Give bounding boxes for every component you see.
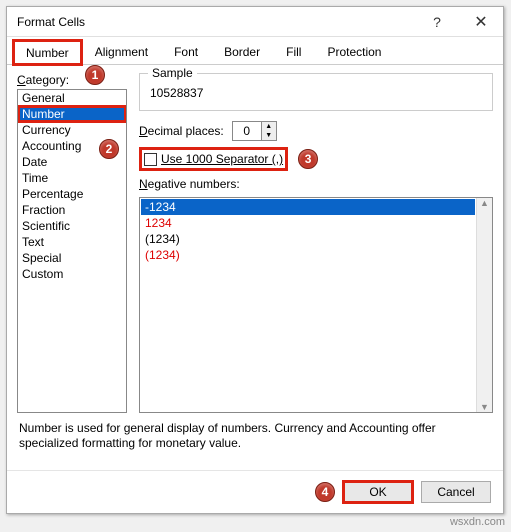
- dialog-footer: 4 OK Cancel: [7, 470, 503, 513]
- callout-2: 2: [99, 139, 119, 159]
- callout-3: 3: [298, 149, 318, 169]
- negative-numbers-label: Negative numbers:: [139, 177, 493, 191]
- callout-4: 4: [315, 482, 335, 502]
- sample-label: Sample: [148, 66, 197, 80]
- scroll-up-icon[interactable]: ▲: [480, 198, 489, 208]
- tab-protection[interactable]: Protection: [314, 39, 394, 64]
- dialog-content: Category: General Number Currency Accoun…: [7, 65, 503, 470]
- category-item-time[interactable]: Time: [18, 170, 126, 186]
- watermark: wsxdn.com: [450, 516, 505, 528]
- negative-item-1[interactable]: 1234: [141, 215, 475, 231]
- use-1000-separator-checkbox[interactable]: [144, 153, 157, 166]
- tab-fill[interactable]: Fill: [273, 39, 314, 64]
- tab-alignment[interactable]: Alignment: [82, 39, 161, 64]
- scroll-down-icon[interactable]: ▼: [480, 402, 489, 412]
- category-item-percentage[interactable]: Percentage: [18, 186, 126, 202]
- use-1000-separator-label: Use 1000 Separator (,): [161, 152, 283, 166]
- category-item-special[interactable]: Special: [18, 250, 126, 266]
- decimal-places-row: Decimal places: ▲ ▼: [139, 121, 493, 141]
- category-description: Number is used for general display of nu…: [17, 413, 493, 466]
- category-label: Category:: [17, 73, 127, 87]
- sample-value: 10528837: [150, 86, 482, 100]
- tab-strip: Number Alignment Font Border Fill Protec…: [7, 37, 503, 65]
- sample-box: Sample 10528837: [139, 73, 493, 111]
- cancel-button[interactable]: Cancel: [421, 481, 491, 503]
- negative-numbers-list[interactable]: -1234 1234 (1234) (1234) ▲▼: [139, 197, 493, 413]
- category-item-currency[interactable]: Currency: [18, 122, 126, 138]
- close-icon[interactable]: ✕: [459, 7, 503, 36]
- use-1000-separator-row[interactable]: Use 1000 Separator (,): [139, 147, 288, 171]
- category-item-number[interactable]: Number: [18, 106, 126, 122]
- tab-number[interactable]: Number: [13, 40, 82, 65]
- callout-1: 1: [85, 65, 105, 85]
- format-cells-dialog: Format Cells ? ✕ Number Alignment Font B…: [6, 6, 504, 514]
- category-item-fraction[interactable]: Fraction: [18, 202, 126, 218]
- titlebar: Format Cells ? ✕: [7, 7, 503, 37]
- tab-font[interactable]: Font: [161, 39, 211, 64]
- category-item-scientific[interactable]: Scientific: [18, 218, 126, 234]
- spin-down-icon[interactable]: ▼: [262, 131, 276, 140]
- decimal-places-input[interactable]: [233, 122, 261, 140]
- category-item-text[interactable]: Text: [18, 234, 126, 250]
- window-title: Format Cells: [17, 15, 415, 29]
- negative-item-0[interactable]: -1234: [141, 199, 475, 215]
- category-list[interactable]: General Number Currency Accounting Date …: [17, 89, 127, 413]
- scrollbar[interactable]: ▲▼: [476, 198, 492, 412]
- help-icon[interactable]: ?: [415, 7, 459, 36]
- tab-border[interactable]: Border: [211, 39, 273, 64]
- ok-button[interactable]: OK: [343, 481, 413, 503]
- negative-item-3[interactable]: (1234): [141, 247, 475, 263]
- negative-item-2[interactable]: (1234): [141, 231, 475, 247]
- spin-up-icon[interactable]: ▲: [262, 122, 276, 131]
- decimal-places-label: Decimal places:: [139, 124, 224, 138]
- category-item-custom[interactable]: Custom: [18, 266, 126, 282]
- decimal-places-spinbox[interactable]: ▲ ▼: [232, 121, 277, 141]
- category-item-general[interactable]: General: [18, 90, 126, 106]
